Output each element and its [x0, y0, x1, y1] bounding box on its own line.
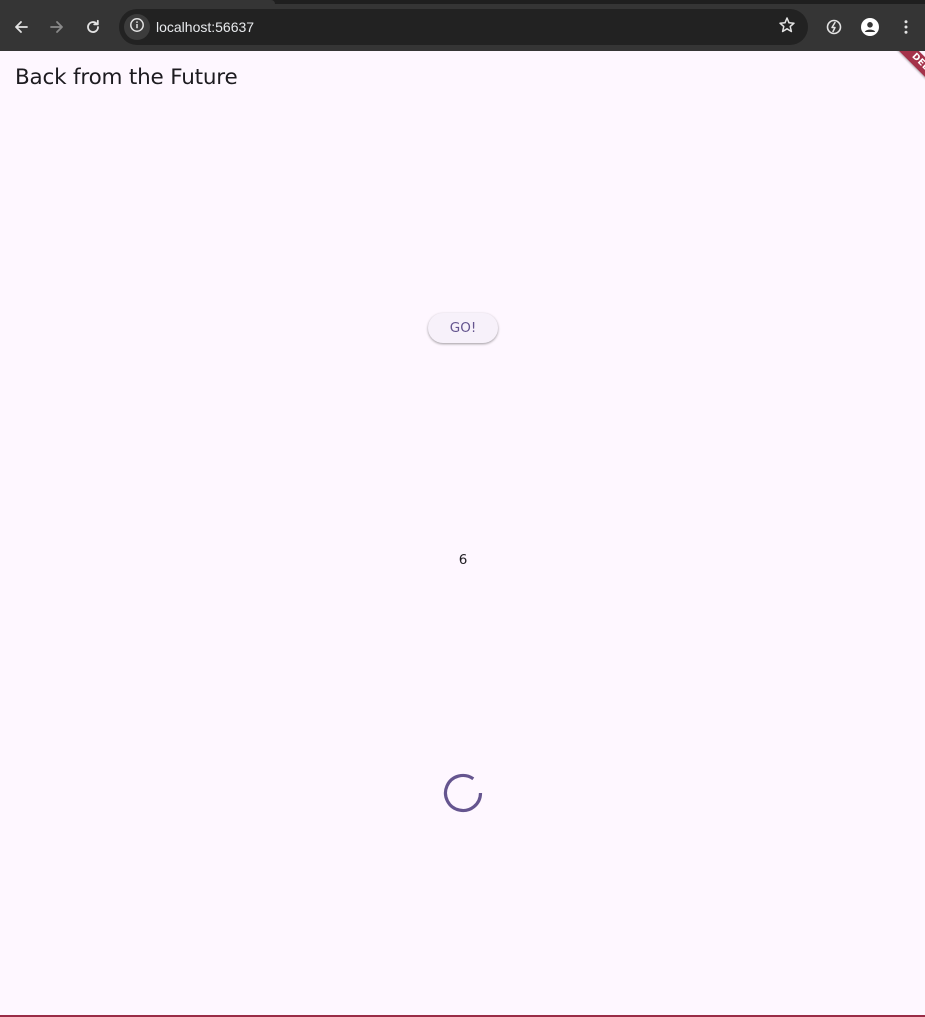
app-body: Back from the Future GO! 6 — [0, 51, 925, 1016]
browser-toolbar: localhost:56637 — [0, 0, 925, 51]
arrow-left-icon — [13, 19, 29, 35]
info-icon — [129, 17, 145, 38]
extensions-button[interactable] — [818, 11, 850, 43]
progress-indicator-icon — [443, 773, 483, 813]
profile-button[interactable] — [854, 11, 886, 43]
arrow-right-icon — [49, 19, 65, 35]
result-value: 6 — [458, 552, 468, 568]
active-tab[interactable] — [0, 0, 275, 4]
address-bar[interactable]: localhost:56637 — [119, 9, 808, 45]
bookmark-button[interactable] — [776, 16, 798, 38]
profile-icon — [860, 17, 880, 37]
kebab-menu-icon — [898, 19, 914, 35]
loading-spinner — [443, 773, 483, 813]
page-title: Back from the Future — [15, 65, 238, 90]
reload-icon — [85, 19, 101, 35]
star-icon — [778, 16, 796, 39]
extension-icon — [825, 18, 843, 36]
site-info-button[interactable] — [124, 14, 150, 40]
browser-menu-button[interactable] — [890, 11, 922, 43]
go-button[interactable]: GO! — [428, 313, 498, 343]
url-text[interactable]: localhost:56637 — [156, 18, 254, 36]
back-button[interactable] — [5, 11, 37, 43]
forward-button[interactable] — [41, 11, 73, 43]
reload-button[interactable] — [77, 11, 109, 43]
tab-strip — [0, 0, 925, 4]
